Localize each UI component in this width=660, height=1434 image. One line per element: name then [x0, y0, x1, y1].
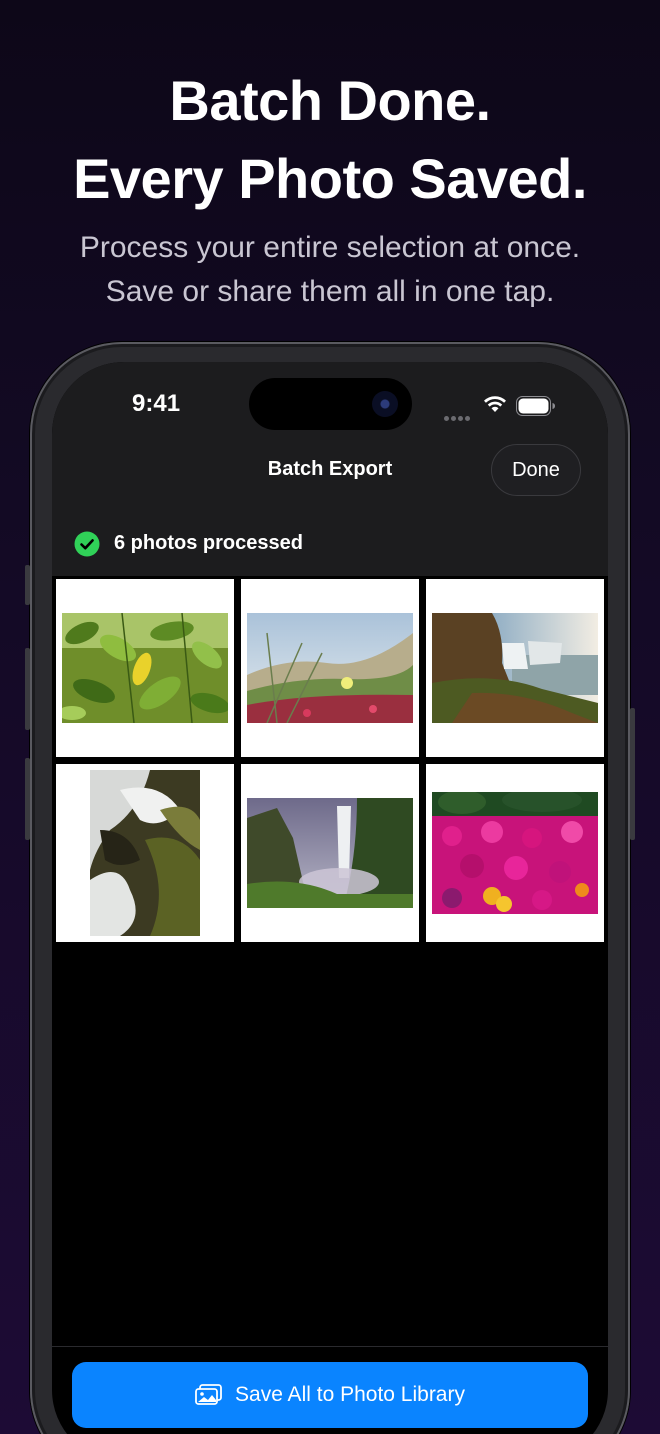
processed-count-text: 6 photos processed	[114, 532, 303, 554]
action-button	[25, 565, 30, 605]
status-time: 9:41	[132, 390, 181, 417]
battery-icon	[516, 396, 555, 416]
headline-line-1: Batch Done.	[169, 69, 491, 132]
camera-icon	[372, 391, 398, 417]
stream-photo	[90, 770, 200, 936]
subheadline-line-2: Save or share them all in one tap.	[105, 275, 555, 308]
footer-divider	[52, 1346, 608, 1347]
gorge-waterfall-photo	[247, 798, 413, 908]
photo-tile[interactable]	[426, 764, 604, 942]
photo-tile[interactable]	[241, 764, 419, 942]
ice-plant-flowers-photo	[432, 792, 598, 914]
volume-up-button	[25, 648, 30, 730]
volume-down-button	[25, 758, 30, 840]
headline: Batch Done. Every Photo Saved.	[0, 62, 660, 218]
dynamic-island	[249, 378, 412, 430]
dune-grass-photo	[247, 613, 413, 723]
status-icons	[444, 392, 564, 421]
photo-tile[interactable]	[56, 579, 234, 757]
checkmark-circle-icon	[74, 531, 100, 557]
headline-line-2: Every Photo Saved.	[73, 147, 587, 210]
photo-tile[interactable]	[56, 764, 234, 942]
app-store-screenshot: Batch Done. Every Photo Saved. Process y…	[0, 0, 660, 1434]
photo-tile[interactable]	[426, 579, 604, 757]
photo-library-icon	[195, 1384, 222, 1405]
wifi-icon	[484, 396, 506, 412]
subheadline-line-1: Process your entire selection at once.	[79, 231, 581, 264]
signal-dots-icon	[444, 408, 472, 426]
leaves-photo	[62, 613, 228, 723]
photo-tile[interactable]	[241, 579, 419, 757]
save-all-content: Save All to Photo Library	[72, 1362, 588, 1428]
save-all-label: Save All to Photo Library	[235, 1383, 465, 1406]
phone-screen: 9:41 Batch Export Done 6 photos processe…	[52, 362, 608, 1434]
navigation-area: 9:41 Batch Export Done 6 photos processe…	[52, 362, 608, 576]
power-button	[630, 708, 635, 840]
save-all-button[interactable]: Save All to Photo Library	[72, 1362, 588, 1428]
coastal-waterfall-photo	[432, 613, 598, 723]
subheadline: Process your entire selection at once. S…	[0, 226, 660, 314]
done-button[interactable]: Done	[491, 444, 581, 496]
